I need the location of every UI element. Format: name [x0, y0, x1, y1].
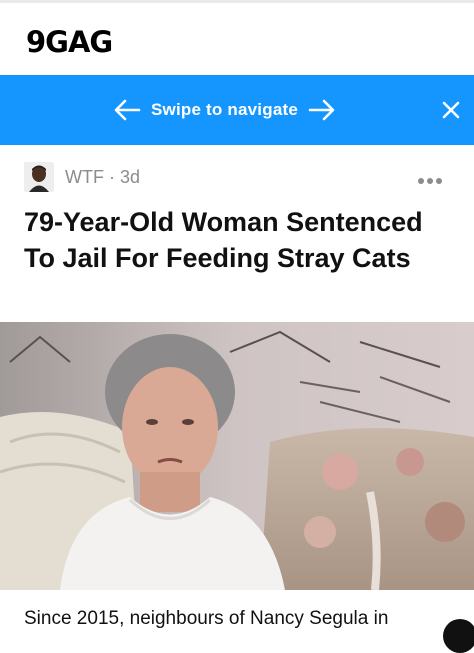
post-image[interactable]	[0, 322, 474, 590]
arrow-right-icon[interactable]	[308, 98, 336, 122]
meta-separator: ·	[109, 167, 115, 187]
close-icon[interactable]	[440, 99, 462, 121]
swipe-navigation-label: Swipe to navigate	[151, 100, 298, 119]
floating-action-button[interactable]	[443, 619, 474, 653]
swipe-navigation-banner[interactable]: Swipe to navigate	[0, 75, 474, 145]
more-dots-icon[interactable]	[418, 178, 442, 184]
post-age: 3d	[120, 167, 141, 187]
app-header: 9GAG	[0, 3, 474, 75]
post-meta: WTF · 3d	[0, 150, 474, 200]
post-body-preview: Since 2015, neighbours of Nancy Segula i…	[24, 608, 389, 629]
section-avatar[interactable]	[24, 162, 54, 192]
app-logo[interactable]: 9GAG	[26, 25, 113, 59]
post-title[interactable]: 79-Year-Old Woman Sentenced To Jail For …	[24, 204, 454, 276]
post-section-info: WTF · 3d	[65, 167, 140, 188]
section-name[interactable]: WTF	[65, 167, 104, 187]
arrow-left-icon[interactable]	[113, 98, 141, 122]
swipe-navigation-control[interactable]: Swipe to navigate	[113, 95, 336, 125]
